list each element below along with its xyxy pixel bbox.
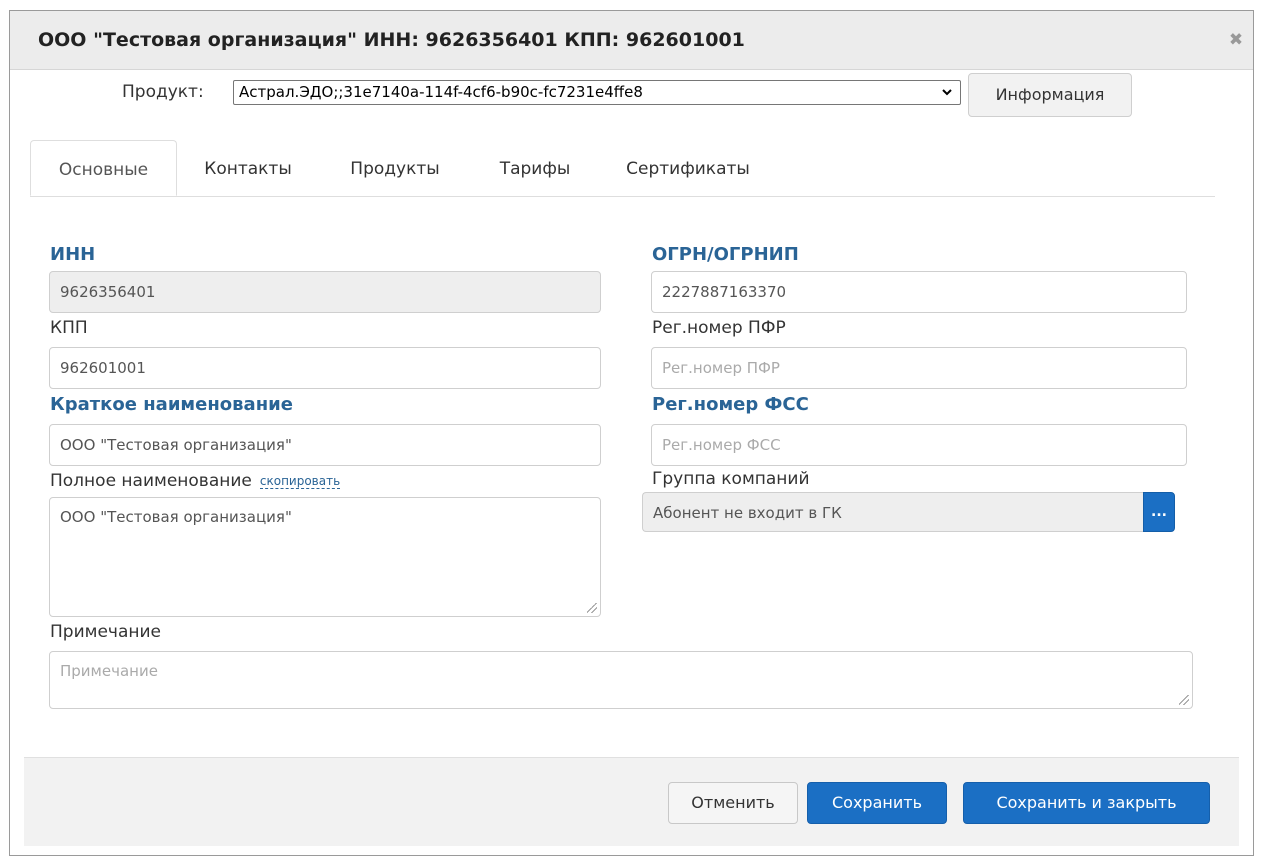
save-and-close-button[interactable]: Сохранить и закрыть [963, 782, 1210, 824]
short-name-label: Краткое наименование [50, 394, 293, 415]
resize-handle-icon[interactable] [1179, 695, 1189, 705]
dialog-titlebar: ООО "Тестовая организация" ИНН: 96263564… [10, 11, 1253, 70]
kpp-label: КПП [50, 318, 88, 338]
short-name-field[interactable]: ООО "Тестовая организация" [49, 424, 601, 466]
tab-certificates[interactable]: Сертификаты [608, 140, 768, 196]
full-name-textarea[interactable]: ООО "Тестовая организация" [49, 497, 601, 617]
dialog-title: ООО "Тестовая организация" ИНН: 96263564… [38, 29, 745, 51]
close-icon[interactable]: ✖ [1227, 31, 1245, 49]
kpp-field[interactable]: 962601001 [49, 347, 601, 389]
pfr-field[interactable]: Рег.номер ПФР [651, 347, 1187, 389]
inn-field[interactable]: 9626356401 [49, 271, 601, 313]
inn-label: ИНН [50, 244, 96, 265]
tab-products[interactable]: Продукты [330, 140, 460, 196]
resize-handle-icon[interactable] [587, 603, 597, 613]
product-label: Продукт: [122, 82, 204, 102]
product-select[interactable]: Астрал.ЭДО;;31e7140a-114f-4cf6-b90c-fc72… [233, 80, 961, 105]
full-name-label: Полное наименование скопировать [50, 471, 341, 491]
cancel-button[interactable]: Отменить [668, 782, 798, 824]
full-name-value: ООО "Тестовая организация" [60, 508, 292, 526]
company-group-select-button[interactable]: ... [1143, 492, 1175, 532]
ogrn-label: ОГРН/ОГРНИП [652, 244, 799, 265]
tab-tariffs[interactable]: Тарифы [480, 140, 590, 196]
product-select-value: Астрал.ЭДО;;31e7140a-114f-4cf6-b90c-fc72… [239, 83, 643, 101]
tab-contacts[interactable]: Контакты [188, 140, 308, 196]
full-name-label-text: Полное наименование [50, 471, 252, 491]
fss-field[interactable]: Рег.номер ФСС [651, 424, 1187, 466]
note-placeholder: Примечание [60, 662, 158, 680]
company-group-label: Группа компаний [652, 469, 810, 489]
copy-link[interactable]: скопировать [259, 474, 341, 489]
pfr-label: Рег.номер ПФР [652, 318, 786, 338]
tab-main[interactable]: Основные [30, 140, 177, 196]
info-button[interactable]: Информация [968, 73, 1132, 117]
save-button[interactable]: Сохранить [807, 782, 947, 824]
note-label: Примечание [50, 622, 161, 642]
chevron-down-icon [941, 81, 953, 104]
fss-label: Рег.номер ФСС [652, 394, 809, 415]
tab-bar: Основные Контакты Продукты Тарифы Сертиф… [30, 140, 1215, 197]
company-group-field[interactable]: Абонент не входит в ГК [642, 492, 1143, 532]
ogrn-field[interactable]: 2227887163370 [651, 271, 1187, 313]
note-textarea[interactable]: Примечание [49, 651, 1193, 709]
